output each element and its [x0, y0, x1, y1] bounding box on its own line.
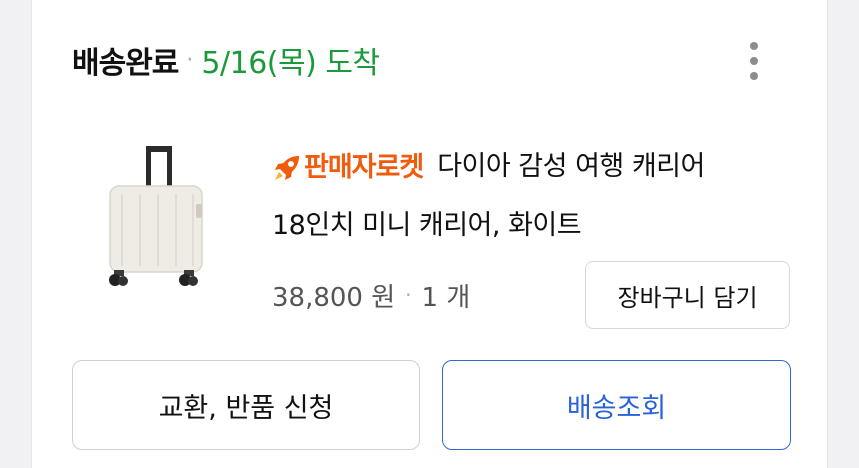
more-vertical-icon-dot	[750, 57, 758, 65]
track-delivery-button[interactable]: 배송조회	[442, 360, 791, 450]
product-title-line-2: 18인치 미니 캐리어, 화이트	[272, 209, 582, 241]
order-header: 배송완료 · 5/16(목) 도착	[72, 36, 380, 84]
product-quantity: 1 개	[421, 282, 471, 313]
product-info[interactable]: 판매자로켓 다이아 감성 여행 캐리어 18인치 미니 캐리어, 화이트	[272, 138, 802, 255]
rocket-icon	[275, 155, 299, 180]
product-title: 다이아 감성 여행 캐리어	[437, 151, 705, 182]
more-vertical-icon	[750, 42, 758, 50]
product-title-line-1: 판매자로켓 다이아 감성 여행 캐리어	[272, 138, 802, 197]
arrival-date: 5/16(목) 도착	[201, 46, 380, 81]
more-vertical-icon-dot	[750, 72, 758, 80]
seller-rocket-badge: 판매자로켓	[272, 139, 424, 197]
header-separator: ·	[186, 47, 194, 73]
order-card: 배송완료 · 5/16(목) 도착 판매자로켓 다이아 감성 여행 캐리어 18…	[31, 0, 828, 468]
add-to-cart-button[interactable]: 장바구니 담기	[585, 261, 790, 329]
price-separator: ·	[405, 283, 412, 307]
exchange-return-button[interactable]: 교환, 반품 신청	[72, 360, 420, 450]
delivery-status: 배송완료	[72, 46, 179, 81]
more-options-button[interactable]	[740, 38, 768, 84]
price-row: 38,800 원 · 1 개	[272, 272, 470, 318]
product-image[interactable]	[100, 142, 210, 292]
badge-label: 판매자로켓	[304, 151, 424, 183]
product-price: 38,800 원	[272, 282, 396, 313]
